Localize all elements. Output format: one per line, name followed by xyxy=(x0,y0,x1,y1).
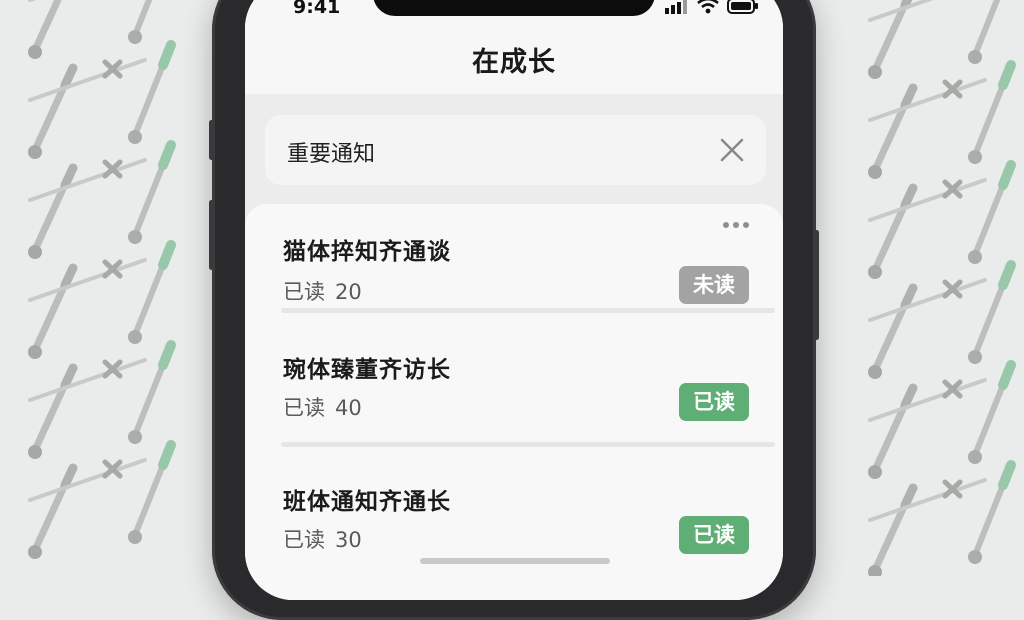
camera-notch xyxy=(373,0,655,16)
power-button xyxy=(814,230,819,340)
read-label: 已读 xyxy=(283,396,325,420)
read-count: 30 xyxy=(335,528,362,552)
signal-icon xyxy=(665,0,687,14)
divider xyxy=(281,442,775,447)
list-item[interactable]: 琬体臻董齐访长 已读 40 已读 xyxy=(245,338,783,470)
status-badge: 未读 xyxy=(679,266,749,304)
item-subtitle: 已读 20 xyxy=(283,276,362,306)
volume-up-button xyxy=(209,120,214,160)
divider xyxy=(281,308,775,313)
item-title: 班体通知齐通长 xyxy=(283,489,451,515)
read-count: 40 xyxy=(335,396,362,420)
list-item[interactable]: 猫体捽知齐通谈 已读 20 未读 xyxy=(245,204,783,336)
wifi-icon xyxy=(697,0,719,14)
phone-screen: 9:41 在成长 重要通知 猫体捽知齐通谈 已读 20 未读 琬体臻董齐访长 已… xyxy=(245,0,783,600)
notification-list: 猫体捽知齐通谈 已读 20 未读 琬体臻董齐访长 已读 40 已读 班体通知齐通长 … xyxy=(245,204,783,600)
more-icon[interactable] xyxy=(723,222,749,228)
home-indicator[interactable] xyxy=(420,558,610,564)
status-badge: 已读 xyxy=(679,383,749,421)
read-label: 已读 xyxy=(283,280,325,304)
page-title: 在成长 xyxy=(472,47,556,78)
volume-down-button xyxy=(209,200,214,270)
clear-icon[interactable] xyxy=(718,136,746,164)
search-input-value[interactable]: 重要通知 xyxy=(287,136,375,168)
status-icons xyxy=(665,0,759,14)
read-count: 20 xyxy=(335,280,362,304)
battery-icon xyxy=(727,0,758,14)
item-subtitle: 已读 40 xyxy=(283,392,362,422)
list-item[interactable]: 班体通知齐通长 已读 30 已读 xyxy=(245,472,783,600)
item-title: 猫体捽知齐通谈 xyxy=(283,239,451,265)
item-subtitle: 已读 30 xyxy=(283,524,362,554)
status-time: 9:41 xyxy=(293,0,341,18)
item-title: 琬体臻董齐访长 xyxy=(283,357,451,383)
status-badge: 已读 xyxy=(679,516,749,554)
read-label: 已读 xyxy=(283,528,325,552)
navigation-bar: 9:41 在成长 xyxy=(245,0,783,94)
search-field[interactable]: 重要通知 xyxy=(265,115,766,185)
